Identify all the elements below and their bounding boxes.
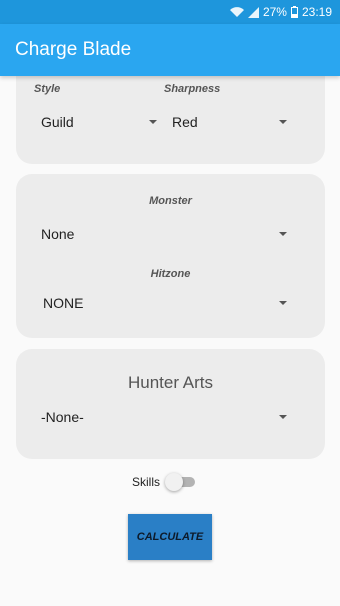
clock: 23:19 — [301, 5, 332, 19]
wifi-icon — [229, 6, 244, 18]
battery-percent: 27% — [262, 5, 287, 19]
hitzone-select[interactable]: NONE — [43, 290, 293, 316]
monster-select[interactable]: None — [41, 221, 291, 247]
monster-card: Monster None Hitzone NONE — [16, 174, 325, 338]
app-title: Charge Blade — [15, 39, 132, 60]
style-value: Guild — [41, 114, 74, 130]
caret-down-icon — [279, 232, 287, 236]
hunter-arts-select[interactable]: -None- — [41, 404, 291, 430]
style-select[interactable]: Guild — [41, 109, 161, 135]
sharpness-select[interactable]: Red — [172, 109, 292, 135]
caret-down-icon — [279, 415, 287, 419]
sharpness-value: Red — [172, 114, 198, 130]
caret-down-icon — [279, 301, 287, 305]
app-bar: Charge Blade — [0, 24, 340, 76]
monster-label: Monster — [149, 195, 192, 207]
toggle-thumb — [165, 473, 184, 491]
status-bar: 27% 23:19 — [0, 0, 340, 24]
caret-down-icon — [149, 120, 157, 124]
skills-row: Skills — [132, 472, 199, 492]
monster-value: None — [41, 226, 75, 242]
hunter-arts-value: -None- — [41, 409, 84, 425]
battery-icon — [290, 6, 298, 18]
sharpness-label: Sharpness — [164, 83, 221, 95]
hunter-arts-card: Hunter Arts -None- — [16, 349, 325, 459]
hunter-arts-title: Hunter Arts — [127, 373, 214, 392]
calculate-button[interactable]: CALCULATE — [128, 514, 212, 560]
hitzone-value: NONE — [43, 295, 84, 311]
style-label: Style — [34, 83, 61, 95]
skills-label: Skills — [132, 475, 161, 489]
caret-down-icon — [279, 120, 287, 124]
hitzone-label: Hitzone — [150, 268, 191, 280]
signal-icon — [247, 6, 259, 18]
skills-toggle[interactable] — [165, 473, 199, 491]
